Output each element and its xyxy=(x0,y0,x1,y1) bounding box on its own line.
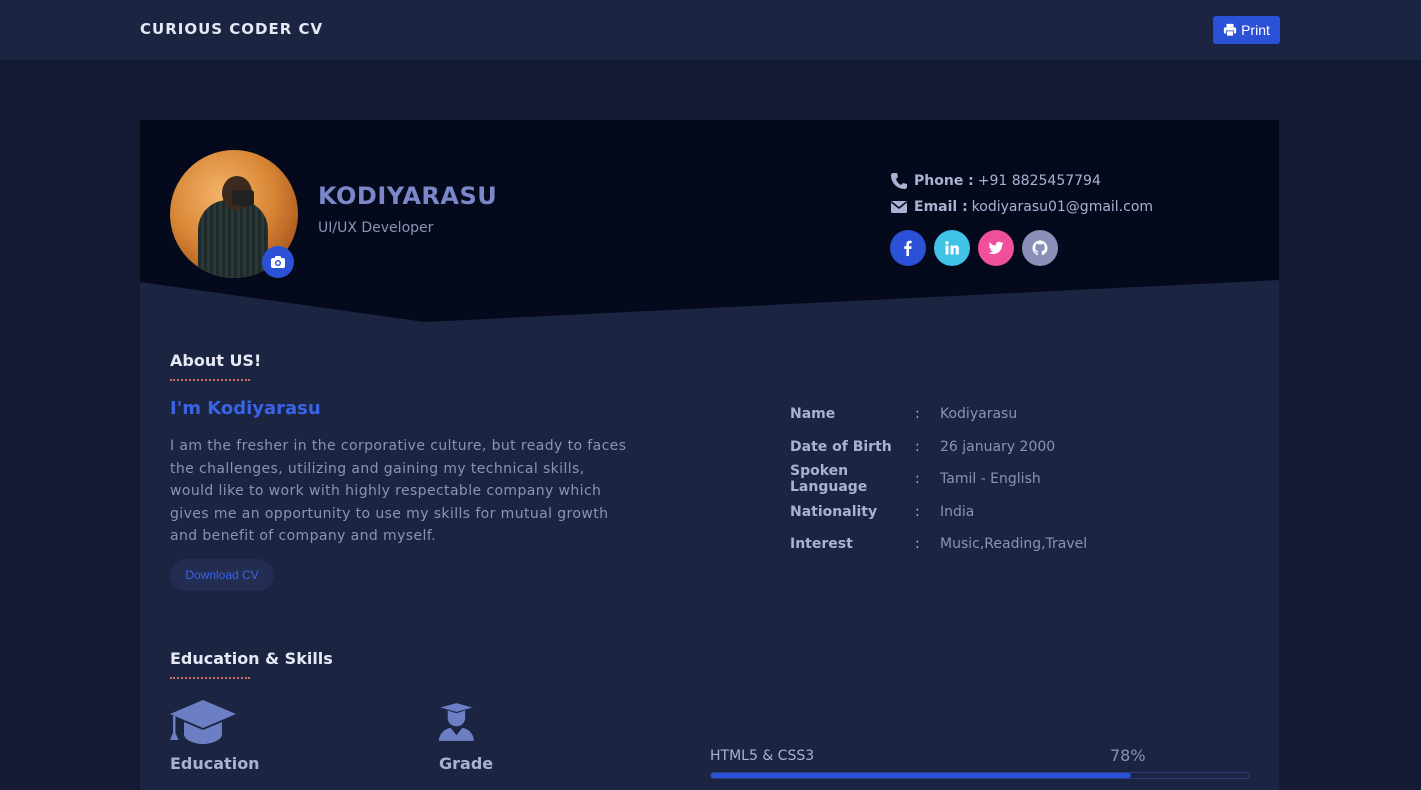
email-row: Email : kodiyarasu01@gmail.com xyxy=(890,194,1153,220)
info-value: 26 january 2000 xyxy=(940,438,1056,455)
info-key: Date of Birth xyxy=(790,438,892,455)
info-key: Interest xyxy=(790,536,853,553)
graduation-cap-icon xyxy=(170,700,236,744)
about-description: I am the fresher in the corporative cult… xyxy=(170,438,627,544)
phone-icon xyxy=(891,173,907,189)
facebook-link[interactable] xyxy=(890,230,926,266)
education-title-underline xyxy=(170,677,250,679)
linkedin-link[interactable] xyxy=(934,230,970,266)
info-separator: : xyxy=(915,471,920,488)
phone-label: Phone : xyxy=(914,173,974,189)
info-separator: : xyxy=(915,536,920,553)
top-navbar: CURIOUS CODER CV Print xyxy=(0,0,1421,60)
github-link[interactable] xyxy=(1022,230,1058,266)
cv-card: KODIYARASU UI/UX Developer Phone : +91 8… xyxy=(140,120,1279,790)
grade-label: Grade xyxy=(439,754,494,773)
about-section-title: About US! xyxy=(170,351,262,370)
info-separator: : xyxy=(915,438,920,455)
graduate-student-icon xyxy=(439,703,474,741)
skill-name: HTML5 & CSS3 xyxy=(710,748,815,764)
profile-role: UI/UX Developer xyxy=(318,220,434,236)
profile-photo-wrapper xyxy=(170,150,298,278)
personal-info-list: Name : Kodiyarasu Date of Birth : 26 jan… xyxy=(790,398,1087,561)
grade-card: Grade xyxy=(439,696,493,773)
info-value: Tamil - English xyxy=(940,471,1041,488)
info-key: Name xyxy=(790,406,836,423)
skill-progress-fill xyxy=(711,773,1131,778)
email-label: Email : xyxy=(914,199,968,215)
brand-title: CURIOUS CODER CV xyxy=(140,20,324,38)
info-row: Spoken Language : Tamil - English xyxy=(790,463,1087,496)
info-key: Spoken Language xyxy=(790,463,868,496)
info-separator: : xyxy=(915,503,920,520)
skill-progress-bar xyxy=(710,772,1250,779)
contact-info: Phone : +91 8825457794 Email : kodiyaras… xyxy=(890,168,1153,220)
download-cv-button[interactable]: Download CV xyxy=(170,559,274,591)
skill-percent: 78% xyxy=(1110,746,1146,765)
about-heading: I'm Kodiyarasu xyxy=(170,398,321,419)
about-title-underline xyxy=(170,379,250,381)
info-row: Date of Birth : 26 january 2000 xyxy=(790,431,1087,464)
info-key: Nationality xyxy=(790,503,878,520)
info-value: Kodiyarasu xyxy=(940,406,1018,423)
change-photo-button[interactable] xyxy=(262,246,294,278)
email-value[interactable]: kodiyarasu01@gmail.com xyxy=(972,199,1153,215)
print-label: Print xyxy=(1241,22,1270,38)
linkedin-icon xyxy=(945,241,959,255)
education-card: Education xyxy=(170,696,260,773)
info-separator: : xyxy=(915,406,920,423)
printer-icon xyxy=(1223,23,1237,37)
camera-icon xyxy=(271,256,285,268)
social-links xyxy=(890,230,1058,266)
envelope-icon xyxy=(891,201,907,213)
phone-row: Phone : +91 8825457794 xyxy=(890,168,1153,194)
info-row: Interest : Music,Reading,Travel xyxy=(790,528,1087,561)
print-button[interactable]: Print xyxy=(1213,16,1280,44)
phone-value: +91 8825457794 xyxy=(977,173,1101,189)
education-section-title: Education & Skills xyxy=(170,649,333,668)
profile-name: KODIYARASU xyxy=(318,182,498,210)
twitter-icon xyxy=(988,241,1004,255)
github-icon xyxy=(1032,240,1048,256)
twitter-link[interactable] xyxy=(978,230,1014,266)
info-value: India xyxy=(940,503,975,520)
education-label: Education xyxy=(170,754,260,773)
info-row: Nationality : India xyxy=(790,496,1087,529)
hero-background xyxy=(140,120,1279,322)
facebook-icon xyxy=(904,240,912,256)
info-row: Name : Kodiyarasu xyxy=(790,398,1087,431)
info-value: Music,Reading,Travel xyxy=(940,536,1088,553)
